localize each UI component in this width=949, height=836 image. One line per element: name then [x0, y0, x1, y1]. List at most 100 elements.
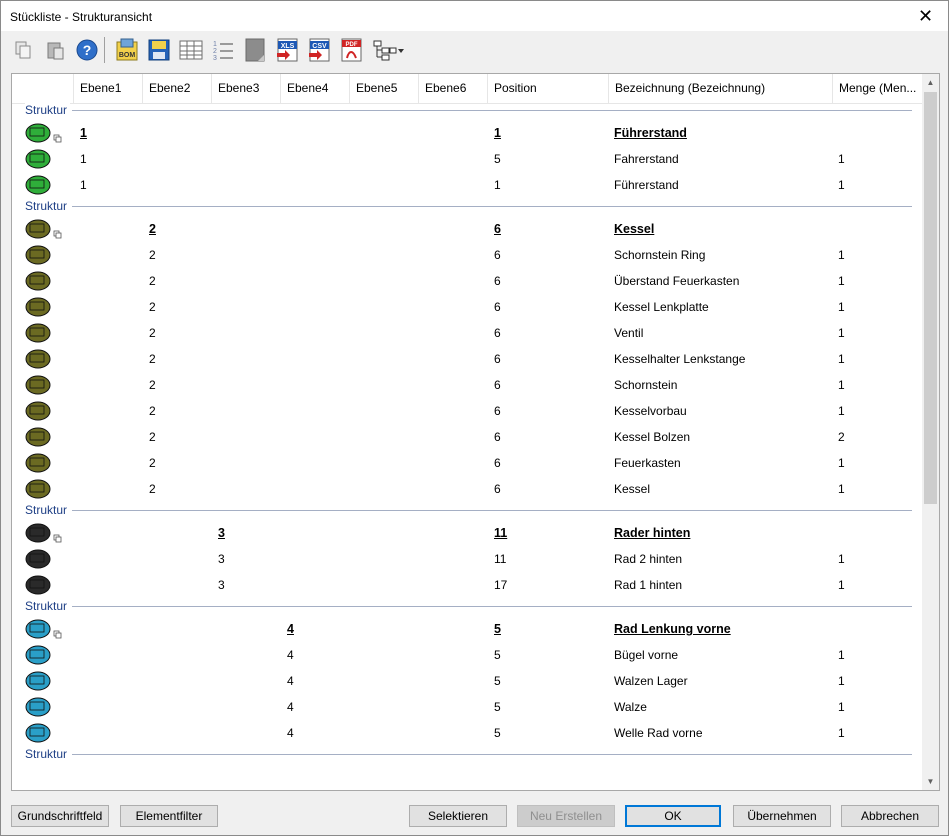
column-header-ebene5[interactable]: Ebene5	[349, 74, 418, 103]
part-row[interactable]: 2 6 Kessel Lenkplatte 1	[12, 294, 912, 320]
page-button[interactable]	[243, 38, 267, 62]
bom-button[interactable]: BOM	[115, 38, 139, 62]
bom-save-button[interactable]	[147, 38, 171, 62]
selektieren-button[interactable]: Selektieren	[409, 805, 507, 827]
part-bezeichnung: Rad 1 hinten	[614, 578, 683, 592]
part-bezeichnung: Kessel	[614, 482, 651, 496]
scroll-up-arrow-icon[interactable]: ▲	[922, 74, 939, 91]
part-position: 17	[494, 578, 508, 592]
window-title: Stückliste - Strukturansicht	[10, 10, 153, 24]
csv-export-button[interactable]: CSV	[307, 38, 331, 62]
group-label-struktur: Struktur	[25, 199, 71, 213]
part-bezeichnung: Führerstand	[614, 178, 679, 192]
column-header-ebene2[interactable]: Ebene2	[142, 74, 211, 103]
part-row[interactable]: 3 17 Rad 1 hinten 1	[12, 572, 912, 598]
part-bezeichnung: Walze	[614, 700, 647, 714]
part-row[interactable]: 2 6 Kesselvorbau 1	[12, 398, 912, 424]
csv-export-icon: CSV	[309, 38, 330, 62]
part-row[interactable]: 2 6 Kessel Bolzen 2	[12, 424, 912, 450]
column-header-ebene6[interactable]: Ebene6	[418, 74, 487, 103]
column-header-menge[interactable]: Menge (Men...	[832, 74, 922, 103]
table-view-button[interactable]	[179, 38, 203, 62]
part-row[interactable]: 1 1 Führerstand 1	[12, 172, 912, 198]
part-bezeichnung: Rad 2 hinten	[614, 552, 683, 566]
part-row[interactable]: 2 6 Überstand Feuerkasten 1	[12, 268, 912, 294]
part-thumbnail-icon	[18, 546, 62, 572]
xls-export-button[interactable]: XLS	[275, 38, 299, 62]
part-menge: 1	[838, 726, 845, 740]
part-thumbnail-icon	[18, 572, 62, 598]
part-row[interactable]: 2 6 Kesselhalter Lenkstange 1	[12, 346, 912, 372]
part-menge: 1	[838, 378, 845, 392]
pdf-export-icon: PDF	[341, 38, 362, 62]
column-header-ebene3[interactable]: Ebene3	[211, 74, 280, 103]
assembly-position: 6	[494, 222, 501, 236]
abbrechen-button[interactable]: Abbrechen	[841, 805, 939, 827]
assembly-ebene: 1	[80, 126, 87, 140]
assembly-row[interactable]: 2 6 Kessel	[12, 216, 912, 242]
assembly-thumbnail-icon	[18, 616, 62, 642]
structure-grid[interactable]: Ebene1 Ebene2 Ebene3 Ebene4 Ebene5 Ebene…	[11, 73, 940, 791]
grid-header: Ebene1 Ebene2 Ebene3 Ebene4 Ebene5 Ebene…	[12, 74, 922, 104]
part-bezeichnung: Kessel Bolzen	[614, 430, 691, 444]
part-row[interactable]: 4 5 Bügel vorne 1	[12, 642, 912, 668]
assembly-row[interactable]: 4 5 Rad Lenkung vorne	[12, 616, 912, 642]
bom-icon: BOM	[116, 38, 138, 61]
part-bezeichnung: Bügel vorne	[614, 648, 679, 662]
part-menge: 1	[838, 274, 845, 288]
numbered-list-button[interactable]: 1 2 3	[211, 38, 235, 62]
vertical-scrollbar[interactable]: ▲ ▼	[922, 74, 939, 790]
assembly-ebene: 4	[287, 622, 294, 636]
part-row[interactable]: 1 5 Fahrerstand 1	[12, 146, 912, 172]
assembly-thumbnail-icon	[18, 520, 62, 546]
pdf-export-button[interactable]: PDF	[339, 38, 363, 62]
part-bezeichnung: Kessel Lenkplatte	[614, 300, 709, 314]
part-ebene: 3	[218, 578, 225, 592]
ok-button[interactable]: OK	[625, 805, 721, 827]
uebernehmen-button[interactable]: Übernehmen	[733, 805, 831, 827]
assembly-row[interactable]: 1 1 Führerstand	[12, 120, 912, 146]
close-button[interactable]: ✕	[903, 1, 948, 31]
part-ebene: 1	[80, 152, 87, 166]
column-header-ebene4[interactable]: Ebene4	[280, 74, 349, 103]
scrollbar-thumb[interactable]	[924, 92, 937, 504]
part-ebene: 4	[287, 674, 294, 688]
copy-button[interactable]	[11, 38, 35, 62]
column-header-ebene1[interactable]: Ebene1	[73, 74, 142, 103]
assembly-bezeichnung: Führerstand	[614, 126, 687, 140]
column-header-image[interactable]	[12, 74, 73, 103]
part-row[interactable]: 4 5 Walzen Lager 1	[12, 668, 912, 694]
column-header-bezeichnung[interactable]: Bezeichnung (Bezeichnung)	[608, 74, 832, 103]
part-row[interactable]: 2 6 Schornstein Ring 1	[12, 242, 912, 268]
part-position: 11	[494, 552, 507, 566]
part-menge: 1	[838, 578, 845, 592]
part-row[interactable]: 2 6 Kessel 1	[12, 476, 912, 502]
help-button[interactable]: ?	[75, 38, 99, 62]
part-row[interactable]: 2 6 Feuerkasten 1	[12, 450, 912, 476]
scroll-down-arrow-icon[interactable]: ▼	[922, 773, 939, 790]
part-bezeichnung: Schornstein Ring	[614, 248, 706, 262]
part-position: 5	[494, 726, 501, 740]
toolbar: ? BOM 1 2 3 XLS CSV PDF	[1, 32, 948, 70]
part-menge: 1	[838, 648, 845, 662]
part-row[interactable]: 2 6 Schornstein 1	[12, 372, 912, 398]
part-menge: 1	[838, 482, 845, 496]
part-bezeichnung: Fahrerstand	[614, 152, 679, 166]
column-header-position[interactable]: Position	[487, 74, 608, 103]
elementfilter-button[interactable]: Elementfilter	[120, 805, 218, 827]
part-row[interactable]: 4 5 Welle Rad vorne 1	[12, 720, 912, 746]
part-row[interactable]: 3 11 Rad 2 hinten 1	[12, 546, 912, 572]
part-row[interactable]: 4 5 Walze 1	[12, 694, 912, 720]
grundschriftfeld-button[interactable]: Grundschriftfeld	[11, 805, 109, 827]
assembly-row[interactable]: 3 11 Rader hinten	[12, 520, 912, 546]
part-ebene: 2	[149, 248, 156, 262]
paste-button[interactable]	[43, 38, 67, 62]
neu-erstellen-button[interactable]: Neu Erstellen	[517, 805, 615, 827]
group-separator	[72, 606, 912, 607]
structure-tree-dropdown[interactable]	[373, 38, 405, 62]
svg-text:3: 3	[213, 55, 217, 61]
part-position: 5	[494, 152, 501, 166]
part-row[interactable]: 2 6 Ventil 1	[12, 320, 912, 346]
svg-text:BOM: BOM	[119, 52, 136, 59]
part-menge: 1	[838, 674, 845, 688]
